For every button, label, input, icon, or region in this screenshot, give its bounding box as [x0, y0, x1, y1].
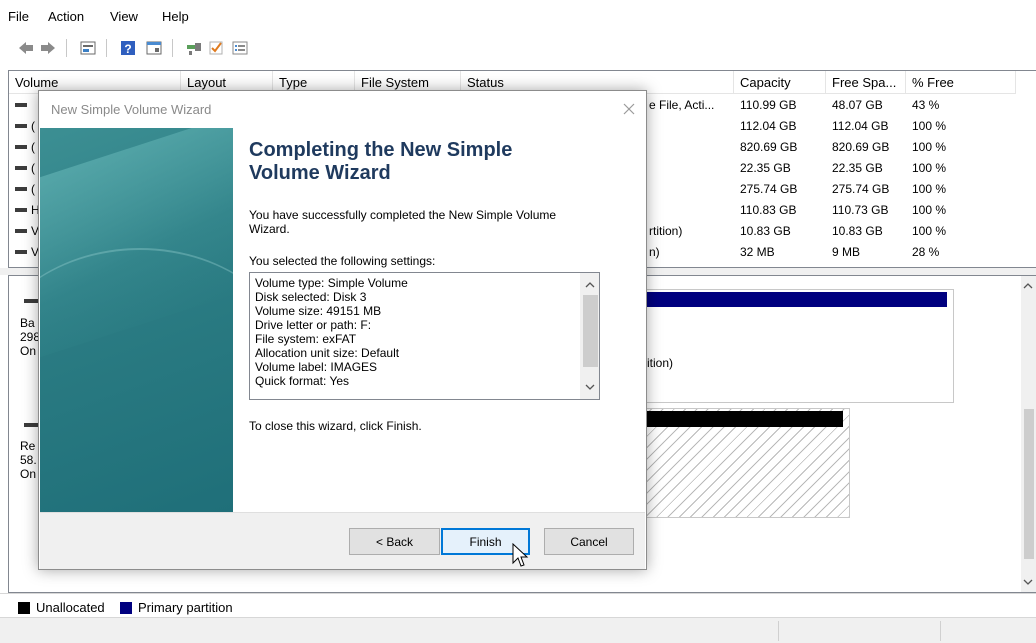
column-header-percent-free[interactable]: % Free: [906, 71, 1016, 94]
scroll-up-icon[interactable]: [1021, 280, 1036, 292]
mouse-cursor-icon: [512, 542, 530, 569]
list-item: Quick format: Yes: [255, 374, 350, 388]
disk-view-scroll-thumb[interactable]: [1024, 409, 1034, 559]
unallocated-swatch: [18, 602, 30, 614]
disk-info-b[interactable]: Re 58. On: [20, 439, 37, 481]
partition-primary[interactable]: ition): [640, 289, 954, 403]
status-bar: [0, 617, 1036, 643]
menu-bar: File Action View Help: [0, 0, 1036, 32]
drive-icon: [15, 124, 27, 128]
dialog-title: New Simple Volume Wizard: [51, 102, 212, 117]
column-header-free-space[interactable]: Free Spa...: [826, 71, 906, 94]
menu-view[interactable]: View: [110, 9, 138, 24]
drive-icon: [15, 229, 27, 233]
list-item: Volume type: Simple Volume: [255, 276, 408, 290]
chevron-up-icon[interactable]: [585, 279, 595, 289]
list-item: Disk selected: Disk 3: [255, 290, 367, 304]
back-arrow-icon[interactable]: [18, 40, 34, 56]
connect-icon[interactable]: [186, 40, 202, 56]
help-icon[interactable]: ?: [120, 40, 136, 56]
list-item: File system: exFAT: [255, 332, 357, 346]
primary-partition-bar: [641, 292, 947, 307]
svg-text:?: ?: [124, 42, 131, 56]
list-item: Volume label: IMAGES: [255, 360, 378, 374]
list-item: Allocation unit size: Default: [255, 346, 400, 360]
close-instruction: To close this wizard, click Finish.: [249, 419, 422, 433]
drive-icon: [15, 103, 27, 107]
chevron-down-icon[interactable]: [585, 381, 595, 391]
check-icon[interactable]: [208, 40, 224, 56]
drive-icon: [15, 208, 27, 212]
list-item: Drive letter or path: F:: [255, 318, 372, 332]
forward-arrow-icon[interactable]: [40, 40, 56, 56]
legend-primary: Primary partition: [138, 600, 233, 615]
unallocated-bar: [641, 411, 843, 427]
drive-icon: [15, 187, 27, 191]
drive-icon: [15, 166, 27, 170]
list-item: Volume size: 49151 MB: [255, 304, 382, 318]
toolbar: ?: [0, 32, 1036, 62]
wizard-side-graphic: [40, 128, 233, 512]
close-icon[interactable]: [619, 99, 639, 119]
primary-swatch: [120, 602, 132, 614]
settings-list: Volume type: Simple Volume Disk selected…: [255, 276, 575, 398]
partition-unallocated[interactable]: [640, 408, 850, 518]
menu-action[interactable]: Action: [48, 9, 84, 24]
properties-icon[interactable]: [146, 40, 162, 56]
settings-scroll-thumb[interactable]: [583, 295, 598, 367]
list-view-icon[interactable]: [232, 40, 248, 56]
new-simple-volume-wizard: New Simple Volume Wizard Completing the …: [38, 90, 647, 570]
scroll-down-icon[interactable]: [1021, 576, 1036, 588]
drive-icon: [15, 145, 27, 149]
settings-list-box[interactable]: Volume type: Simple Volume Disk selected…: [249, 272, 600, 400]
drive-icon: [15, 250, 27, 254]
legend-unallocated: Unallocated: [36, 600, 105, 615]
success-text: You have successfully completed the New …: [249, 208, 557, 236]
menu-file[interactable]: File: [8, 9, 29, 24]
disk-list-icon[interactable]: [80, 40, 96, 56]
legend: Unallocated Primary partition: [0, 593, 1036, 617]
back-button[interactable]: < Back: [349, 528, 440, 555]
menu-help[interactable]: Help: [162, 9, 189, 24]
cancel-button[interactable]: Cancel: [544, 528, 634, 555]
column-header-capacity[interactable]: Capacity: [734, 71, 826, 94]
settings-label: You selected the following settings:: [249, 254, 436, 268]
wizard-heading: Completing the New Simple Volume Wizard: [249, 139, 513, 184]
